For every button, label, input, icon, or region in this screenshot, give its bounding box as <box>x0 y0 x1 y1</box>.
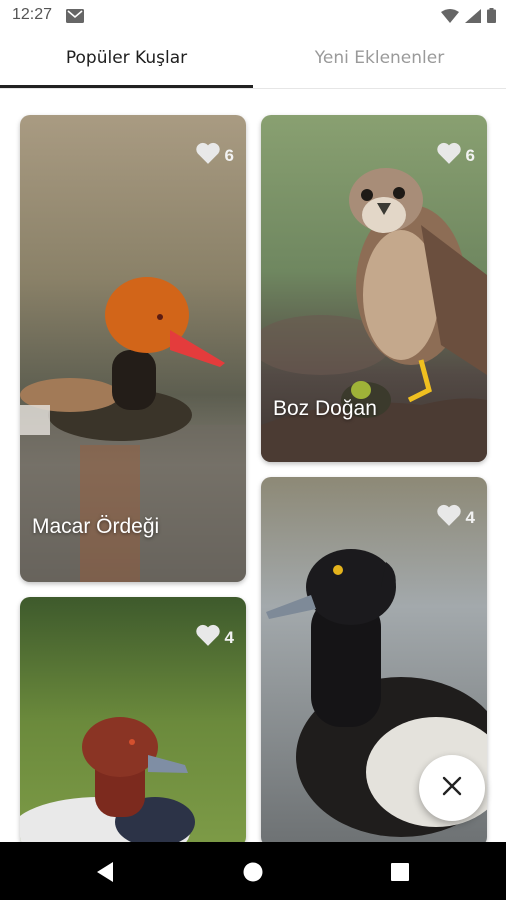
status-bar: 12:27 <box>0 0 506 32</box>
heart-icon <box>436 503 462 532</box>
like-count-value: 4 <box>465 507 475 527</box>
battery-icon <box>487 8 496 27</box>
tab-divider <box>0 88 506 89</box>
bird-card-3[interactable]: 4 <box>20 597 246 847</box>
like-count-value: 6 <box>224 145 234 165</box>
like-count-value: 6 <box>465 145 475 165</box>
system-nav-bar <box>0 842 506 900</box>
like-count-value: 4 <box>224 627 234 647</box>
bird-name: Macar Ördeği <box>32 515 160 538</box>
back-icon[interactable] <box>91 857 121 887</box>
signal-icon <box>465 8 481 27</box>
close-fab-button[interactable] <box>419 755 485 821</box>
like-count[interactable]: 6 <box>195 141 234 170</box>
like-count[interactable]: 4 <box>436 503 475 532</box>
wifi-icon <box>441 8 459 27</box>
close-icon <box>441 775 463 801</box>
status-time: 12:27 <box>12 6 53 23</box>
tab-indicator <box>0 85 253 88</box>
mail-icon <box>66 8 84 27</box>
tab-recently-added[interactable]: Yeni Eklenenler <box>253 32 506 88</box>
bird-card-boz-dogan[interactable]: 6 Boz Doğan <box>261 115 487 462</box>
bird-name: Boz Doğan <box>273 397 377 420</box>
heart-icon <box>436 141 462 170</box>
bird-photo <box>20 115 246 582</box>
recents-icon[interactable] <box>385 857 415 887</box>
heart-icon <box>195 623 221 652</box>
like-count[interactable]: 4 <box>195 623 234 652</box>
heart-icon <box>195 141 221 170</box>
bird-card-macar-ordegi[interactable]: 6 Macar Ördeği <box>20 115 246 582</box>
home-icon[interactable] <box>238 857 268 887</box>
tab-popular-birds[interactable]: Popüler Kuşlar <box>0 32 253 88</box>
status-icons <box>441 8 496 27</box>
like-count[interactable]: 6 <box>436 141 475 170</box>
tab-bar: Popüler Kuşlar Yeni Eklenenler <box>0 32 506 89</box>
